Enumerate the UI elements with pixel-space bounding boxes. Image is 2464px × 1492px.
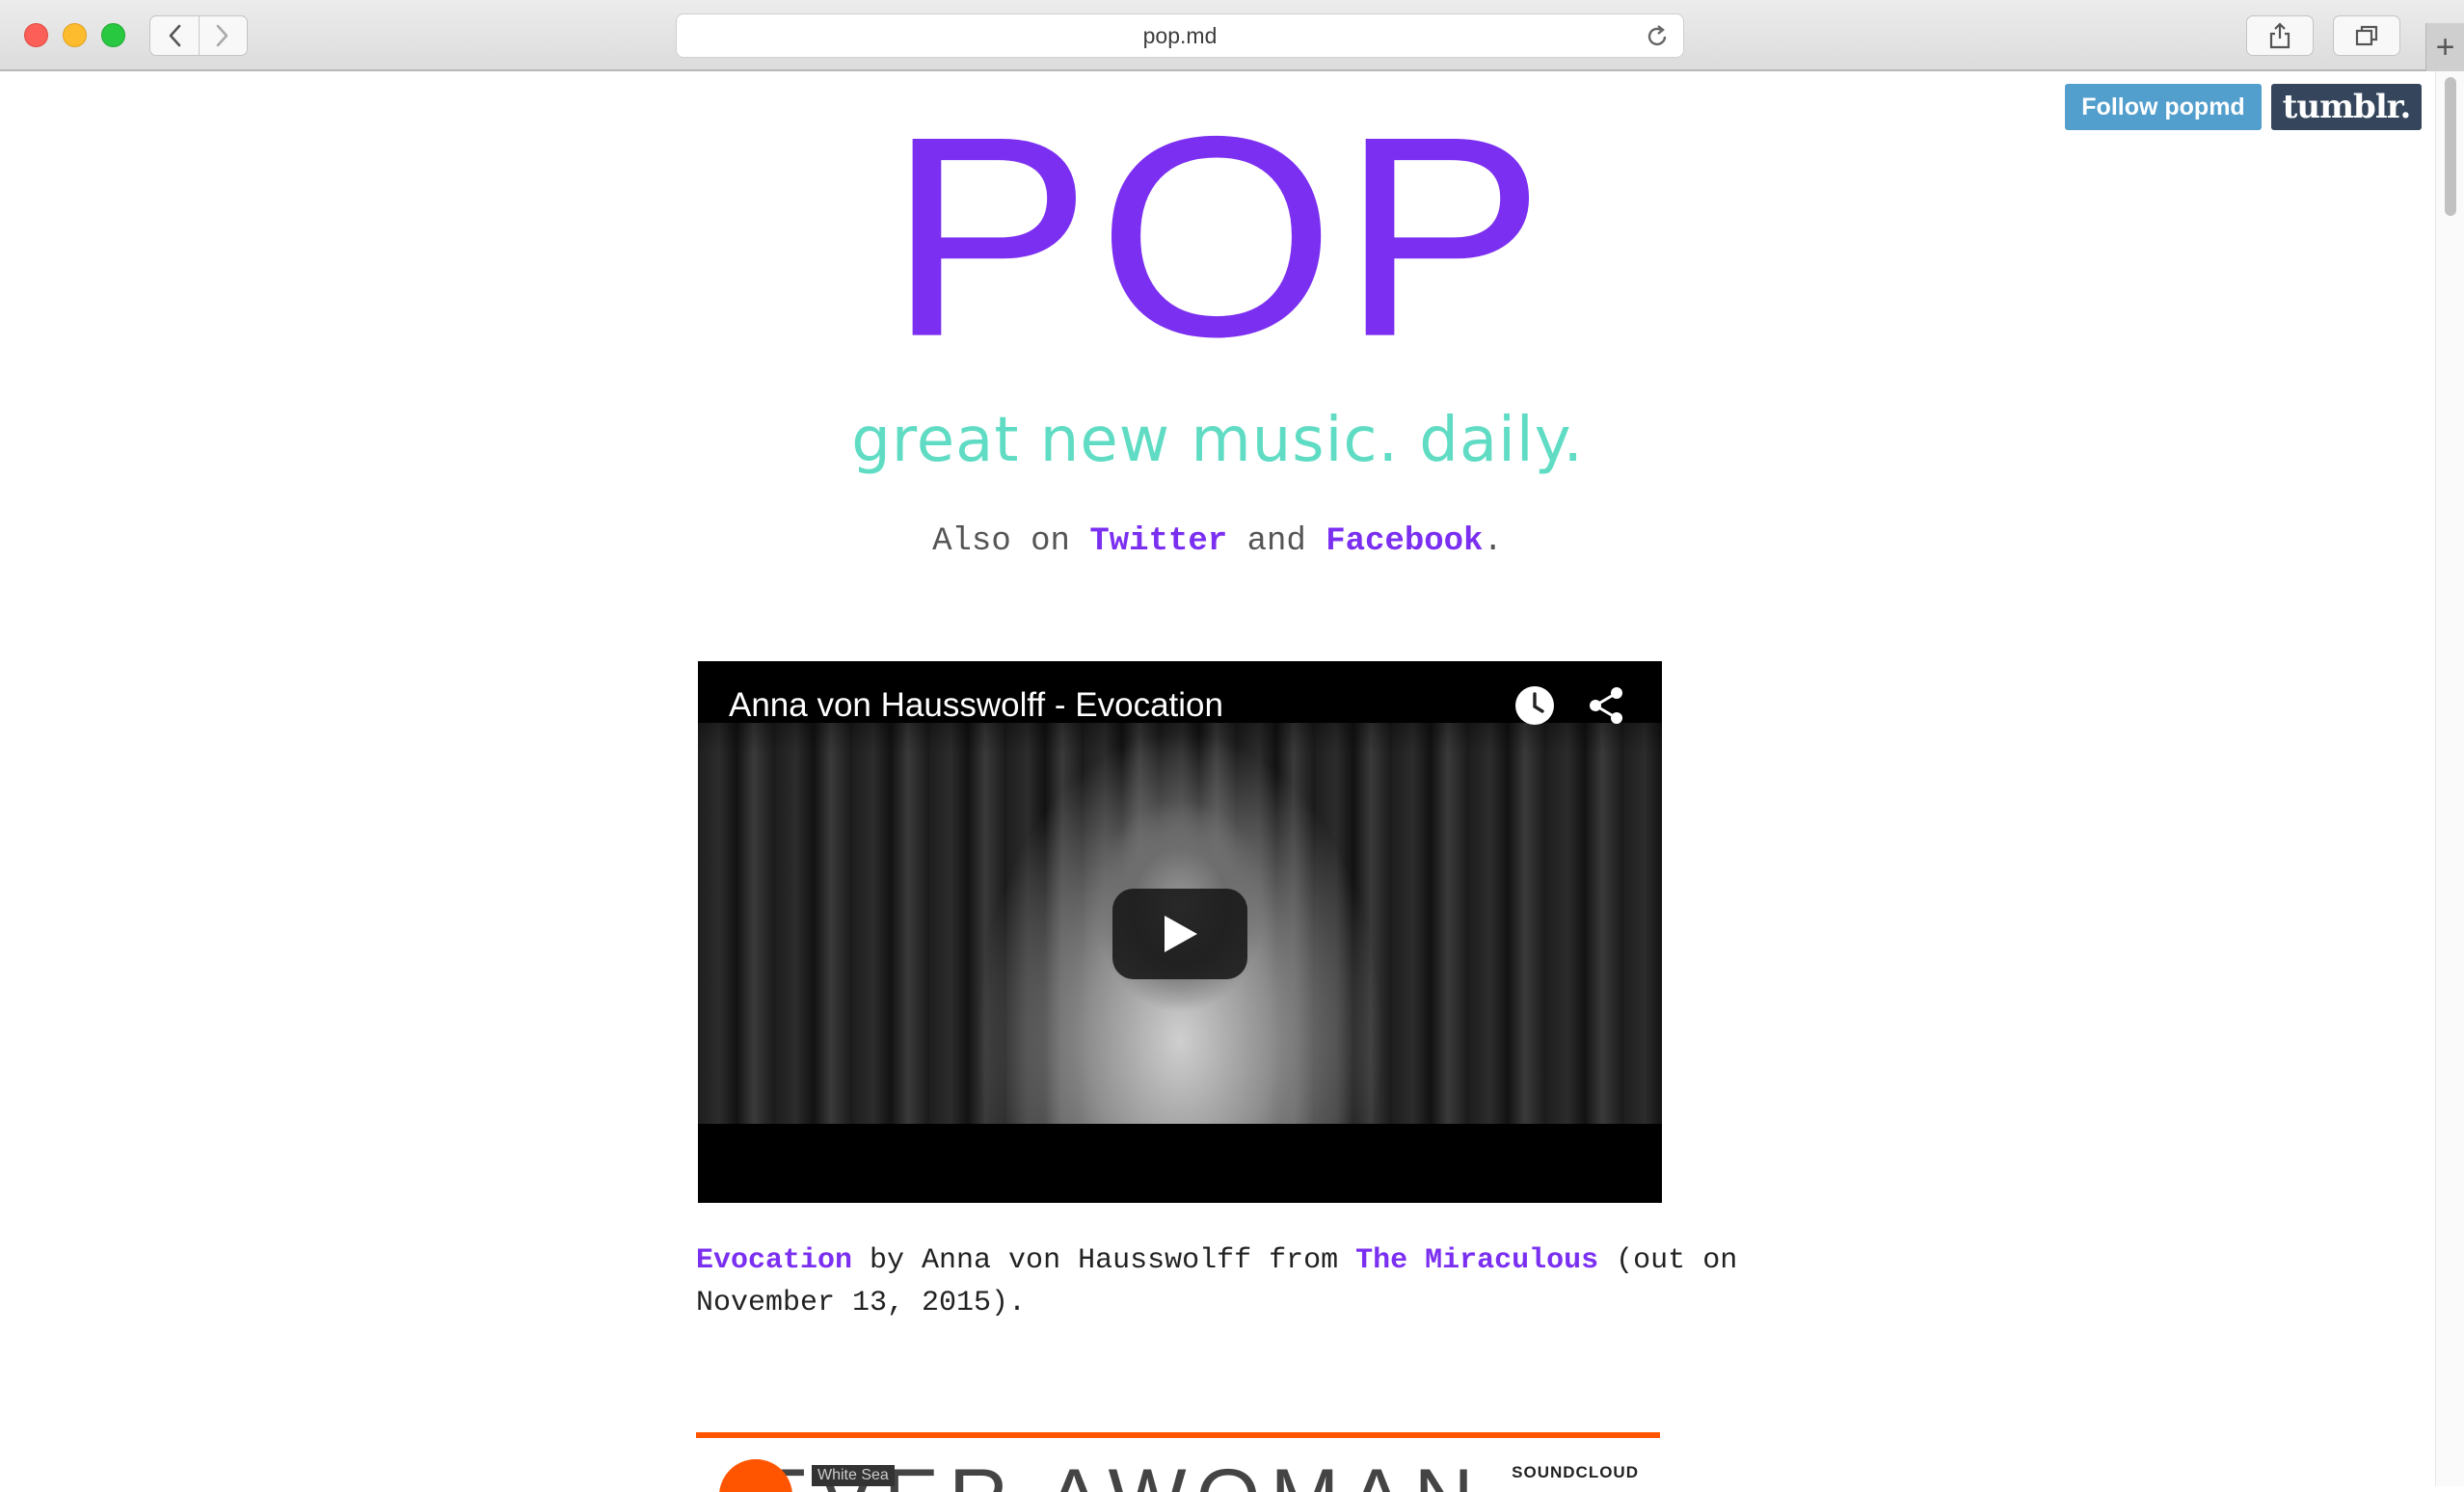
scrollbar-thumb[interactable] [2445,77,2456,216]
share-icon [2269,22,2290,49]
period-text: . [1483,523,1503,560]
album-link[interactable]: The Miraculous [1355,1244,1598,1277]
tumblr-logo-button[interactable]: tumblr. [2271,84,2422,130]
back-icon [169,24,181,47]
post-caption: Evocation by Anna von Hausswolff from Th… [696,1239,1756,1324]
close-window-button[interactable] [24,23,48,47]
social-links-line: Also on Twitter and Facebook. [0,523,2435,560]
site-logo[interactable]: POP [172,94,2265,380]
watch-later-button[interactable] [1513,684,1556,732]
play-icon [1165,916,1197,952]
share-button[interactable] [2246,15,2314,56]
show-tabs-button[interactable] [2333,15,2400,56]
forward-icon [216,24,228,47]
soundcloud-logo[interactable]: SOUNDCLOUD [1512,1463,1639,1482]
new-tab-button[interactable]: + [2425,23,2464,71]
page-scrollbar[interactable] [2435,71,2464,1486]
share-icon [1590,687,1622,724]
address-text: pop.md [1142,22,1218,48]
zoom-window-button[interactable] [101,23,125,47]
site-tagline: great new music. daily. [851,405,1584,476]
soundcloud-track-label[interactable]: White Sea [812,1465,895,1486]
reload-icon [1647,25,1667,46]
forward-button[interactable] [198,16,248,55]
back-button[interactable] [150,16,199,55]
youtube-embed[interactable]: Anna von Hausswolff - Evocation [698,661,1662,1203]
and-text: and [1246,523,1306,560]
soundcloud-embed[interactable]: EVER AWOMAN White Sea SOUNDCLOUD [696,1432,1660,1492]
navigation-buttons [149,15,248,56]
clock-icon [1515,686,1554,725]
facebook-link[interactable]: Facebook [1326,523,1483,560]
video-title[interactable]: Anna von Hausswolff - Evocation [729,686,1223,725]
video-play-button[interactable] [1112,889,1247,979]
song-link[interactable]: Evocation [696,1244,852,1277]
tabs-icon [2355,25,2378,46]
twitter-link[interactable]: Twitter [1089,523,1227,560]
also-on-text: Also on [932,523,1070,560]
address-bar[interactable]: pop.md [676,13,1684,58]
video-title-bar: Anna von Hausswolff - Evocation [698,661,1662,754]
by-artist-text: by Anna von Hausswolff from [852,1244,1356,1277]
browser-toolbar: pop.md + [0,0,2464,71]
minimize-window-button[interactable] [63,23,87,47]
reload-button[interactable] [1645,24,1670,55]
video-share-button[interactable] [1585,684,1627,732]
